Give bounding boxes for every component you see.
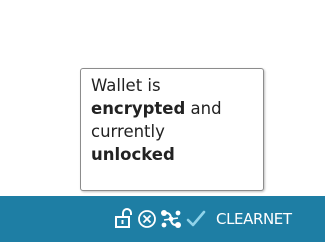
tooltip-line-1: Wallet is [91, 76, 161, 95]
wallet-unlocked-icon[interactable] [114, 208, 134, 230]
screen: Wallet is encrypted and currently unlock… [0, 0, 325, 242]
tooltip-line-3: currently [91, 122, 165, 141]
network-connections-icon[interactable] [160, 208, 182, 230]
synced-check-icon[interactable] [185, 208, 207, 230]
network-label[interactable]: CLEARNET [216, 209, 292, 229]
tooltip-line-2: encrypted and [91, 97, 255, 120]
proxy-disabled-icon[interactable] [137, 208, 157, 230]
tooltip-and-word: and [185, 99, 222, 118]
tooltip-unlocked-word: unlocked [91, 145, 175, 164]
wallet-status-tooltip: Wallet is encrypted and currently unlock… [80, 68, 264, 191]
tooltip-encrypted-word: encrypted [91, 99, 186, 118]
status-bar: CLEARNET [0, 196, 325, 242]
tooltip-line-4: unlocked [91, 143, 255, 166]
